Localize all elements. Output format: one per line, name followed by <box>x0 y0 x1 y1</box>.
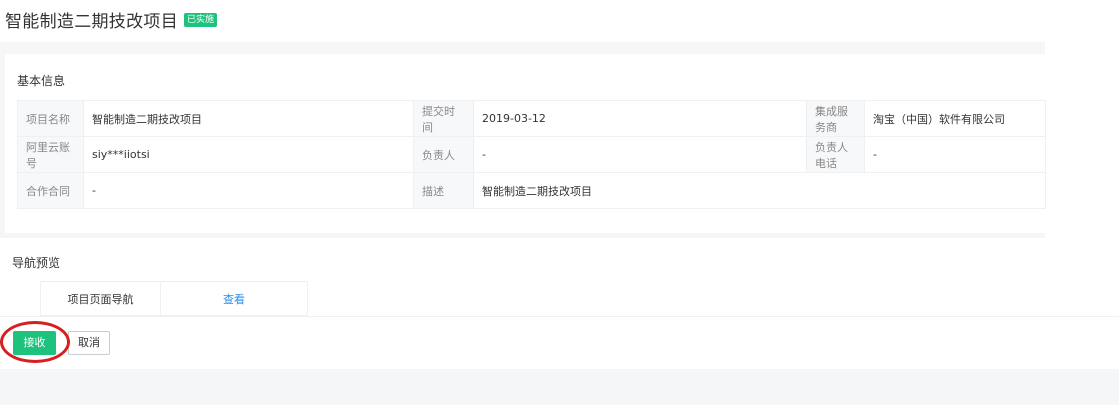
basic-info-table: 项目名称 智能制造二期技改项目 提交时间 2019-03-12 集成服务商 淘宝… <box>17 100 1046 209</box>
field-label-description: 描述 <box>413 172 474 209</box>
table-row: 项目名称 智能制造二期技改项目 提交时间 2019-03-12 集成服务商 淘宝… <box>17 100 1046 137</box>
table-row: 项目页面导航 查看 <box>40 281 308 316</box>
footer-band <box>0 369 1119 405</box>
nav-preview-title: 导航预览 <box>12 256 61 270</box>
field-label-project-name: 项目名称 <box>17 100 84 137</box>
field-value-integrator: 淘宝（中国）软件有限公司 <box>864 100 1046 137</box>
nav-preview-section: 导航预览 项目页面导航 查看 <box>0 240 1119 316</box>
view-link[interactable]: 查看 <box>160 281 308 316</box>
table-row: 合作合同 - 描述 智能制造二期技改项目 <box>17 172 1046 209</box>
cancel-button[interactable]: 取消 <box>68 331 110 355</box>
field-value-description: 智能制造二期技改项目 <box>473 172 1046 209</box>
table-row: 阿里云账号 siy***iiotsi 负责人 - 负责人电话 - <box>17 136 1046 173</box>
basic-info-panel: 基本信息 项目名称 智能制造二期技改项目 提交时间 2019-03-12 集成服… <box>0 54 1046 238</box>
field-value-aliyun-account: siy***iiotsi <box>83 136 414 173</box>
nav-item-name: 项目页面导航 <box>40 281 161 316</box>
field-value-contract: - <box>83 172 414 209</box>
action-bar: 接收 取消 <box>0 317 1119 369</box>
nav-preview-table: 项目页面导航 查看 <box>40 281 308 316</box>
field-value-owner-phone: - <box>864 136 1046 173</box>
field-label-contract: 合作合同 <box>17 172 84 209</box>
field-value-owner: - <box>473 136 807 173</box>
field-label-submit-time: 提交时间 <box>413 100 474 137</box>
page-header: 智能制造二期技改项目 已实施 <box>0 0 1119 38</box>
field-label-owner: 负责人 <box>413 136 474 173</box>
basic-info-title: 基本信息 <box>17 74 66 88</box>
field-label-aliyun-account: 阿里云账号 <box>17 136 84 173</box>
status-badge: 已实施 <box>184 13 218 27</box>
page-title: 智能制造二期技改项目 <box>5 11 178 32</box>
field-value-project-name: 智能制造二期技改项目 <box>83 100 414 137</box>
field-value-submit-time: 2019-03-12 <box>473 100 807 137</box>
field-label-integrator: 集成服务商 <box>806 100 865 137</box>
accept-button[interactable]: 接收 <box>13 331 56 355</box>
field-label-owner-phone: 负责人电话 <box>806 136 865 173</box>
section-separator <box>0 42 1045 54</box>
